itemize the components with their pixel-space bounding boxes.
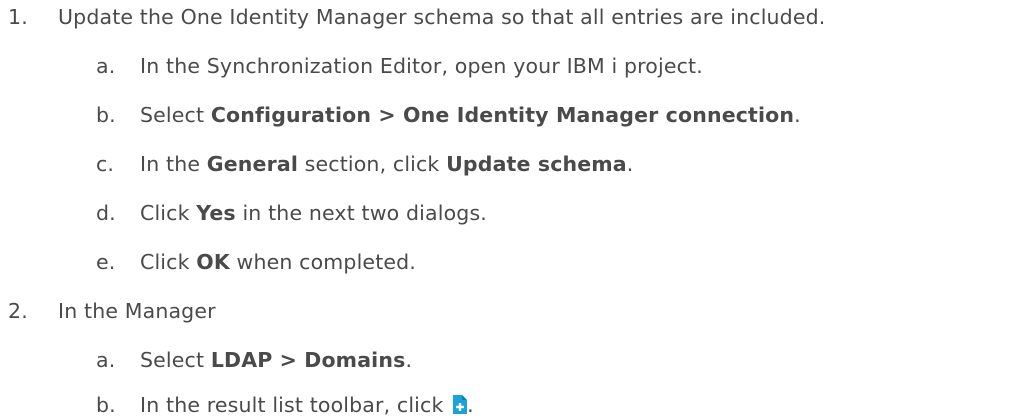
substep-text: Select Configuration > One Identity Mana… — [140, 100, 801, 130]
substep-text-mid: section, click — [298, 152, 447, 176]
substep-text: Click OK when completed. — [140, 247, 416, 277]
substep-text-pre: In the — [140, 152, 207, 176]
document-body: 1. Update the One Identity Manager schem… — [0, 0, 1022, 420]
step-number: 2. — [8, 299, 28, 323]
substep-text-post: . — [467, 393, 474, 417]
menu-path: LDAP > Domains — [210, 348, 406, 372]
substep-text-post: when completed. — [229, 250, 416, 274]
step-text: Update the One Identity Manager schema s… — [58, 5, 826, 29]
substep-text: In the Synchronization Editor, open your… — [140, 54, 703, 78]
add-document-icon — [452, 395, 468, 414]
substep-text-post: in the next two dialogs. — [235, 201, 487, 225]
substep-text-post: . — [405, 348, 413, 372]
section-name: General — [206, 152, 299, 176]
step-text: In the Manager — [58, 299, 216, 323]
substep-letter: c. — [96, 152, 115, 176]
substep-text: In the result list toolbar, click . — [140, 390, 474, 420]
substep-text-pre: Click — [140, 250, 197, 274]
substep-letter: e. — [96, 250, 116, 274]
substep-letter: b. — [96, 103, 116, 127]
substep-text-post: . — [794, 103, 801, 127]
button-name: Yes — [196, 201, 236, 225]
substep-text-pre: Select — [140, 348, 211, 372]
substep-letter: a. — [96, 348, 116, 372]
step-number: 1. — [8, 5, 28, 29]
substep-text: In the General section, click Update sch… — [140, 149, 633, 179]
substep-letter: b. — [96, 393, 116, 417]
button-name: Update schema — [446, 152, 627, 176]
menu-path: Configuration > One Identity Manager con… — [210, 103, 795, 127]
substep-text-pre: In the result list toolbar, click — [140, 393, 451, 417]
substep-letter: d. — [96, 201, 116, 225]
substep-text: Click Yes in the next two dialogs. — [140, 198, 487, 228]
substep-text-pre: Click — [140, 201, 197, 225]
substep-letter: a. — [96, 54, 116, 78]
substep-text: Select LDAP > Domains. — [140, 345, 412, 375]
substep-text-post: . — [626, 152, 634, 176]
button-name: OK — [196, 250, 230, 274]
substep-text-pre: Select — [140, 103, 211, 127]
